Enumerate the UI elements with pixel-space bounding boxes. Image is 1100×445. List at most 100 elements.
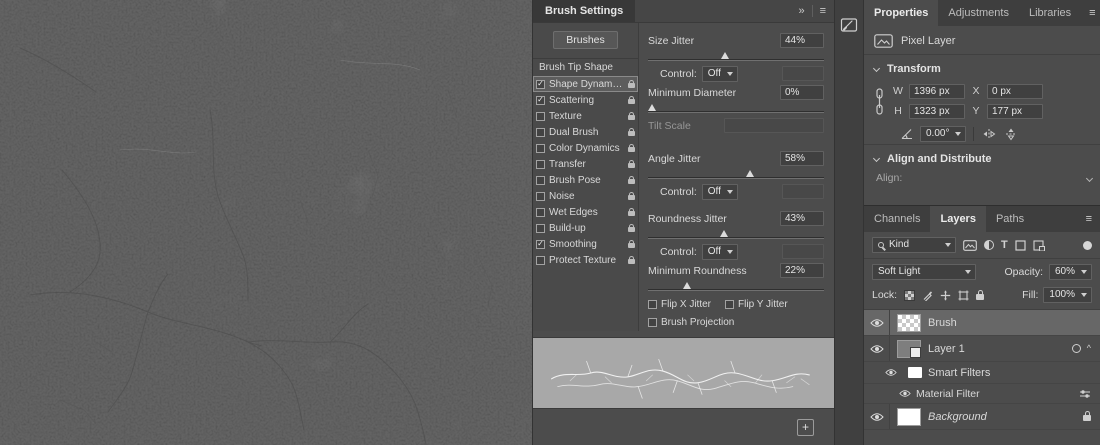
lock-icon[interactable] xyxy=(628,243,635,248)
minimum-roundness-slider[interactable] xyxy=(648,281,824,292)
noise-checkbox[interactable]: ✓ xyxy=(536,192,545,201)
brush-projection-checkbox[interactable]: ✓Brush Projection xyxy=(648,317,734,328)
layer-name[interactable]: Brush xyxy=(928,317,957,329)
angle-jitter-input[interactable]: 58% xyxy=(780,151,824,166)
visibility-toggle[interactable] xyxy=(880,362,902,383)
roundness-jitter-slider[interactable] xyxy=(648,229,824,240)
document-canvas[interactable] xyxy=(0,0,532,445)
brush-option-texture[interactable]: ✓ Texture xyxy=(533,108,638,124)
roundness-jitter-control-select[interactable]: Off xyxy=(702,244,738,260)
flip-horizontal-icon[interactable] xyxy=(981,127,997,141)
tab-libraries[interactable]: Libraries xyxy=(1019,0,1081,26)
opacity-select[interactable]: 60% xyxy=(1049,264,1092,280)
brush-option-smoothing[interactable]: ✓ Smoothing xyxy=(533,236,638,252)
slider-thumb[interactable] xyxy=(648,104,656,111)
visibility-toggle[interactable] xyxy=(894,384,916,403)
blend-mode-select[interactable]: Soft Light xyxy=(872,264,976,280)
minimum-diameter-slider[interactable] xyxy=(648,103,824,114)
color-dynamics-checkbox[interactable]: ✓ xyxy=(536,144,545,153)
lock-transparency-icon[interactable] xyxy=(904,290,915,301)
collapse-chevron-icon[interactable]: ^ xyxy=(1087,344,1091,353)
angle-jitter-slider[interactable] xyxy=(648,169,824,180)
tab-brush-settings[interactable]: Brush Settings xyxy=(533,0,635,22)
brushes-button[interactable]: Brushes xyxy=(553,31,618,49)
layer-thumbnail[interactable] xyxy=(897,340,921,358)
lock-icon[interactable] xyxy=(628,211,635,216)
rotation-input[interactable]: 0.00° xyxy=(920,126,966,142)
scroll-down-icon[interactable] xyxy=(1086,174,1093,181)
brush-settings-dock-icon[interactable] xyxy=(838,14,860,39)
brush-option-shape-dynamics[interactable]: ✓ Shape Dynamics xyxy=(533,76,638,92)
lock-all-icon[interactable] xyxy=(976,294,984,300)
minimum-diameter-input[interactable]: 0% xyxy=(780,85,824,100)
shape-dynamics-checkbox[interactable]: ✓ xyxy=(536,80,545,89)
visibility-toggle[interactable] xyxy=(864,336,890,361)
filter-adjustment-layers-icon[interactable] xyxy=(984,240,994,250)
lock-pixels-icon[interactable] xyxy=(922,290,933,301)
layer-row-brush[interactable]: Brush xyxy=(864,310,1100,336)
layer-thumbnail[interactable] xyxy=(897,314,921,332)
angle-jitter-control-select[interactable]: Off xyxy=(702,184,738,200)
filter-shape-layers-icon[interactable] xyxy=(1015,240,1026,251)
smart-filter-indicator-icon[interactable] xyxy=(1072,344,1081,353)
panel-menu-icon[interactable]: ≡ xyxy=(820,5,826,17)
lock-position-icon[interactable] xyxy=(940,290,951,301)
brush-pose-checkbox[interactable]: ✓ xyxy=(536,176,545,185)
brush-option-scattering[interactable]: ✓ Scattering xyxy=(533,92,638,108)
lock-icon[interactable] xyxy=(628,163,635,168)
lock-icon[interactable] xyxy=(628,83,635,88)
filter-pixel-layers-icon[interactable] xyxy=(963,240,977,251)
fill-select[interactable]: 100% xyxy=(1043,287,1092,303)
width-input[interactable]: 1396 px xyxy=(909,84,965,99)
panel-menu-icon[interactable]: ≡ xyxy=(1078,206,1100,232)
smart-filters-thumbnail[interactable] xyxy=(908,367,922,378)
protect-texture-checkbox[interactable]: ✓ xyxy=(536,256,545,265)
layer-row-material-filter[interactable]: Material Filter xyxy=(864,384,1100,404)
slider-thumb[interactable] xyxy=(720,230,728,237)
filter-type-layers-icon[interactable]: T xyxy=(1001,240,1008,251)
lock-icon[interactable] xyxy=(628,99,635,104)
link-dimensions-icon[interactable] xyxy=(874,88,885,115)
slider-thumb[interactable] xyxy=(746,170,754,177)
x-input[interactable]: 0 px xyxy=(987,84,1043,99)
layer-row-background[interactable]: Background xyxy=(864,404,1100,430)
wet-edges-checkbox[interactable]: ✓ xyxy=(536,208,545,217)
visibility-toggle[interactable] xyxy=(864,404,890,429)
roundness-jitter-input[interactable]: 43% xyxy=(780,211,824,226)
slider-thumb[interactable] xyxy=(721,52,729,59)
size-jitter-control-select[interactable]: Off xyxy=(702,66,738,82)
align-distribute-section-header[interactable]: Align and Distribute xyxy=(864,145,1100,169)
size-jitter-input[interactable]: 44% xyxy=(780,33,824,48)
transfer-checkbox[interactable]: ✓ xyxy=(536,160,545,169)
brush-option-wet-edges[interactable]: ✓ Wet Edges xyxy=(533,204,638,220)
tab-adjustments[interactable]: Adjustments xyxy=(938,0,1019,26)
collapse-panel-icon[interactable]: » xyxy=(798,5,804,17)
slider-thumb[interactable] xyxy=(683,282,691,289)
layer-name[interactable]: Smart Filters xyxy=(928,367,990,379)
layer-row-layer-1[interactable]: Layer 1 ^ xyxy=(864,336,1100,362)
lock-icon[interactable] xyxy=(628,227,635,232)
brush-tip-shape-item[interactable]: Brush Tip Shape xyxy=(533,59,638,76)
visibility-toggle[interactable] xyxy=(864,310,890,335)
dual-brush-checkbox[interactable]: ✓ xyxy=(536,128,545,137)
lock-icon[interactable] xyxy=(628,131,635,136)
smoothing-checkbox[interactable]: ✓ xyxy=(536,240,545,249)
filtering-toggle-icon[interactable] xyxy=(1083,241,1092,250)
build-up-checkbox[interactable]: ✓ xyxy=(536,224,545,233)
layer-name[interactable]: Background xyxy=(928,411,987,423)
scattering-checkbox[interactable]: ✓ xyxy=(536,96,545,105)
lock-artboard-icon[interactable] xyxy=(958,290,969,301)
lock-icon[interactable] xyxy=(628,179,635,184)
brush-option-transfer[interactable]: ✓ Transfer xyxy=(533,156,638,172)
lock-icon[interactable] xyxy=(628,147,635,152)
brush-option-color-dynamics[interactable]: ✓ Color Dynamics xyxy=(533,140,638,156)
brush-option-protect-texture[interactable]: ✓ Protect Texture xyxy=(533,252,638,268)
filter-name[interactable]: Material Filter xyxy=(916,388,980,400)
brush-option-dual-brush[interactable]: ✓ Dual Brush xyxy=(533,124,638,140)
tab-paths[interactable]: Paths xyxy=(986,206,1034,232)
layer-thumbnail[interactable] xyxy=(897,408,921,426)
flip-y-jitter-checkbox[interactable]: ✓Flip Y Jitter xyxy=(725,299,788,310)
tab-properties[interactable]: Properties xyxy=(864,0,938,26)
lock-icon[interactable] xyxy=(628,259,635,264)
minimum-roundness-input[interactable]: 22% xyxy=(780,263,824,278)
